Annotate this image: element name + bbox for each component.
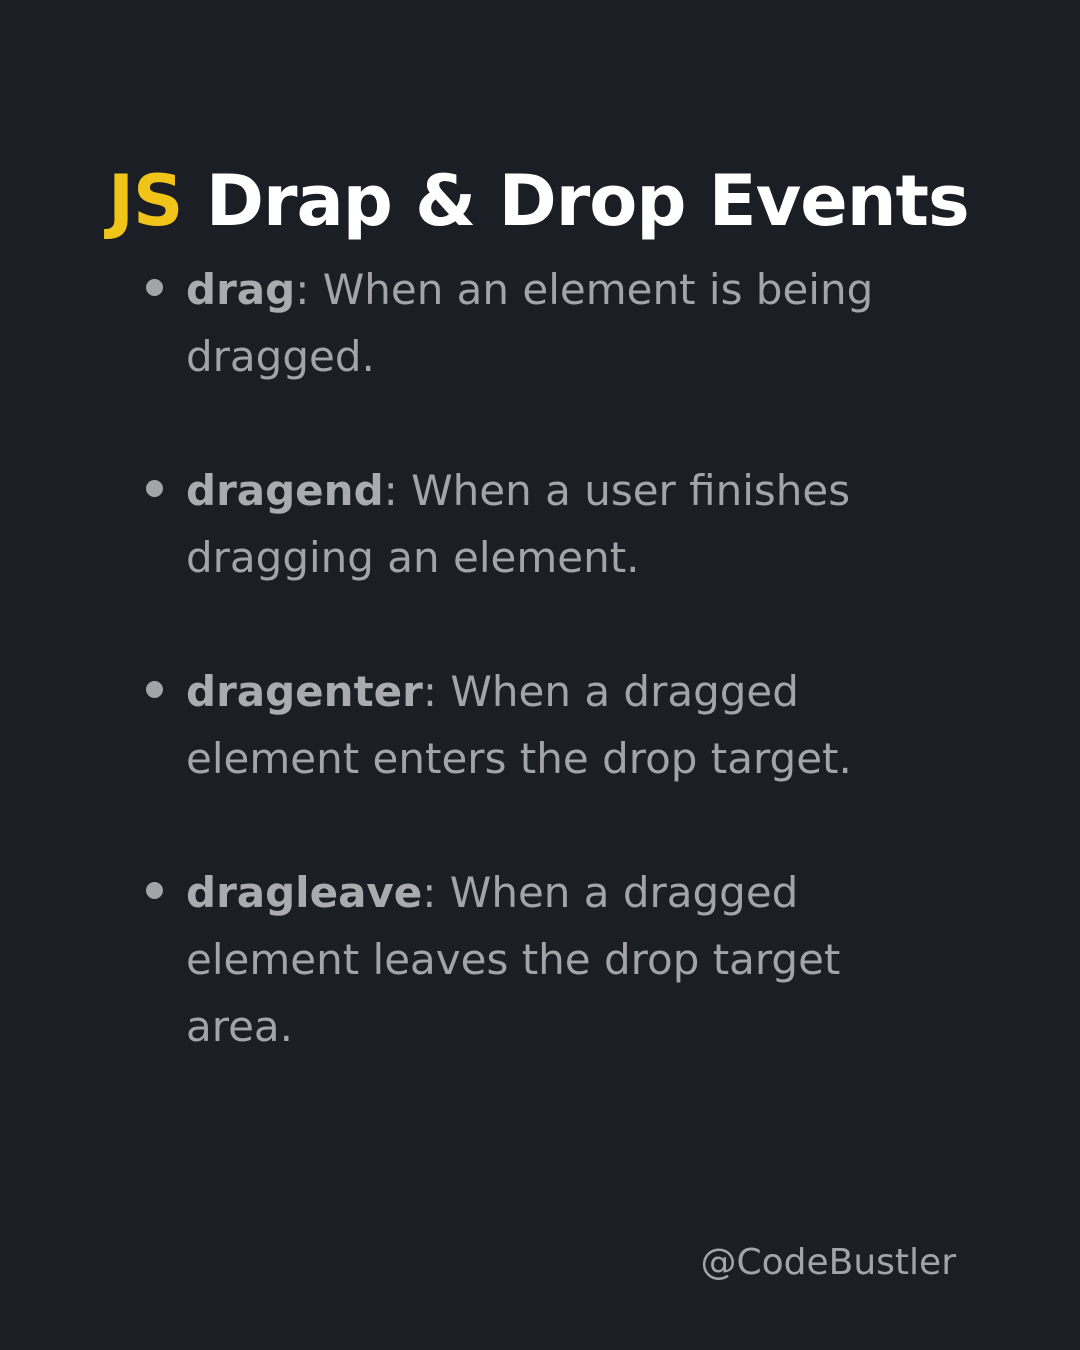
list-item: dragleave: When a dragged element leaves… [0, 859, 1080, 1060]
event-name: dragend [186, 466, 384, 515]
event-name: drag [186, 265, 296, 314]
event-name: dragleave [186, 868, 423, 917]
bullet-icon [146, 681, 163, 698]
list-item: dragend: When a user finishes dragging a… [0, 457, 1080, 591]
event-name: dragenter [186, 667, 423, 716]
list-item: dragenter: When a dragged element enters… [0, 658, 1080, 792]
list-item: drag: When an element is being dragged. [0, 256, 1080, 390]
page-title: JS Drap & Drop Events [108, 157, 1008, 245]
title-text: Drap & Drop Events [205, 159, 970, 242]
bullet-icon [146, 279, 163, 296]
bullet-icon [146, 882, 163, 899]
title-accent: JS [108, 159, 183, 242]
bullet-icon [146, 480, 163, 497]
event-list: drag: When an element is being dragged. … [0, 256, 1080, 1127]
author-handle: @CodeBustler [700, 1242, 957, 1283]
